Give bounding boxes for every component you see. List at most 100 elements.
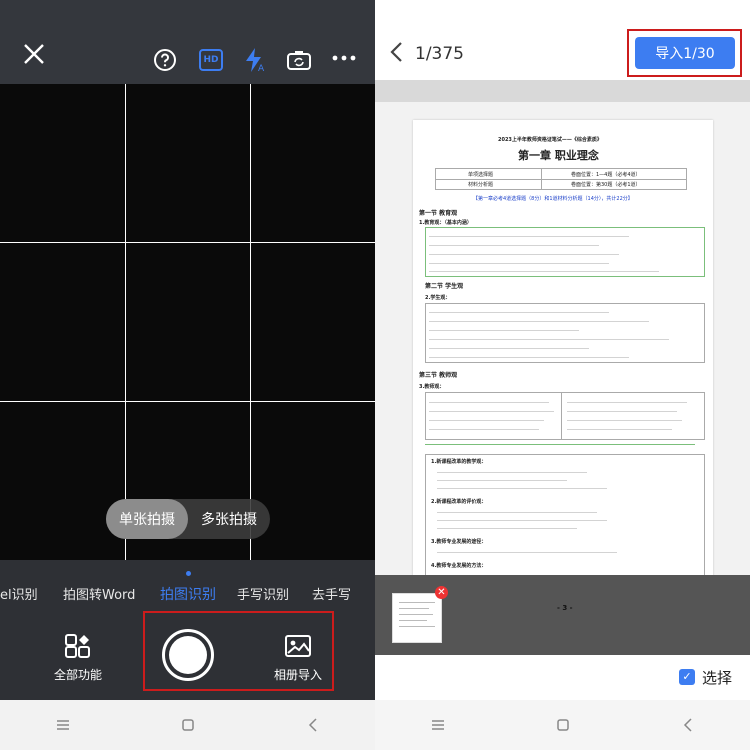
mode-excel-recognition[interactable]: el识别: [0, 584, 38, 603]
text-line: [437, 520, 607, 521]
item-heading: 2.学生观：: [425, 295, 451, 301]
mode-photo-recognition[interactable]: 拍图识别: [160, 584, 216, 604]
menu-icon[interactable]: [13, 719, 113, 731]
camera-flip-icon[interactable]: [286, 46, 312, 74]
camera-viewfinder[interactable]: [0, 84, 375, 560]
text-line: [567, 411, 677, 412]
document-import-screen: 1/375 导入1/30 2023上半年教师资格证笔试——《综合素质》 第一章 …: [375, 0, 750, 750]
text-line: [429, 402, 549, 403]
table-cell: 卷面位置：1—4题（必考4道）: [571, 172, 641, 178]
grid-line-h1: [0, 242, 375, 243]
shutter-button[interactable]: [162, 629, 214, 681]
home-icon[interactable]: [513, 719, 613, 731]
thumbnail-line: [399, 626, 435, 627]
menu-icon[interactable]: [388, 719, 488, 731]
shutter-button-inner: [169, 636, 207, 674]
text-line: [437, 472, 587, 473]
text-line: [429, 330, 579, 331]
more-icon[interactable]: [330, 44, 358, 72]
item-heading: 1.新课程改革的教学观：: [431, 459, 487, 465]
text-line: [429, 420, 544, 421]
thumbnail-line: [399, 602, 435, 603]
shot-mode-toggle: 单张拍摄 多张拍摄: [106, 499, 270, 539]
home-icon[interactable]: [138, 719, 238, 731]
section-heading: 第二节 学生观: [425, 283, 464, 290]
chapter-title: 第一章 职业理念: [518, 149, 599, 162]
remove-thumbnail-icon[interactable]: ✕: [435, 586, 448, 599]
chapter-summary: 【第一章必考4道选择题（8分）和1道材料分析题（14分），共计22分】: [473, 196, 633, 202]
text-line: [567, 402, 687, 403]
hd-icon[interactable]: HD: [198, 46, 224, 74]
select-checkbox[interactable]: ✓: [679, 669, 695, 685]
back-chevron-icon[interactable]: [389, 40, 403, 70]
back-icon[interactable]: [263, 718, 363, 732]
mode-remove-handwriting[interactable]: 去手写: [312, 584, 351, 603]
system-nav-bar: [0, 700, 375, 750]
text-line: [567, 429, 672, 430]
text-line: [429, 339, 669, 340]
thumbnail-line: [399, 620, 427, 621]
position-table: 单项选择题 卷面位置：1—4题（必考4道） 材料分析题 卷面位置：第30题（必考…: [435, 168, 687, 190]
item-heading: 1.教育观：（基本内涵）: [419, 220, 472, 226]
help-icon[interactable]: [152, 46, 178, 74]
all-functions-button[interactable]: 全部功能: [48, 633, 108, 683]
text-line: [429, 236, 629, 237]
table-cell: 单项选择题: [468, 172, 494, 178]
text-line: [437, 552, 617, 553]
grid-line-h2: [0, 401, 375, 402]
item-heading: 3.教师专业发展的途径：: [431, 539, 487, 545]
album-import-button[interactable]: 相册导入: [268, 633, 328, 683]
text-line: [429, 348, 589, 349]
text-block: [425, 227, 705, 277]
mode-handwriting-recognition[interactable]: 手写识别: [237, 584, 289, 603]
text-line: [437, 480, 567, 481]
import-button[interactable]: 导入1/30: [635, 37, 735, 69]
text-line: [429, 254, 619, 255]
item-heading: 3.教师观：: [419, 384, 445, 390]
thumbnail-line: [399, 614, 433, 615]
all-functions-icon: [65, 634, 90, 658]
table-col-divider: [541, 169, 542, 189]
multi-shot-button[interactable]: 多张拍摄: [188, 499, 270, 539]
table-cell: 卷面位置：第30题（必考1道）: [571, 182, 641, 188]
camera-top-bar: [0, 0, 375, 84]
select-label[interactable]: 选择: [702, 667, 732, 688]
back-icon[interactable]: [638, 718, 738, 732]
single-shot-button[interactable]: 单张拍摄: [106, 499, 188, 539]
section-heading: 第三节 教师观: [419, 372, 458, 379]
text-line: [429, 245, 599, 246]
text-line: [429, 321, 649, 322]
close-icon[interactable]: [18, 40, 50, 68]
document-page[interactable]: 2023上半年教师资格证笔试——《综合素质》 第一章 职业理念 单项选择题 卷面…: [413, 120, 713, 620]
item-heading: 4.教师专业发展的方法：: [431, 563, 487, 569]
table-row-divider: [436, 179, 686, 180]
gallery-icon: [285, 635, 311, 657]
page-number: - 3 -: [557, 604, 573, 612]
grid-line-v1: [125, 84, 126, 560]
page-thumbnail[interactable]: [392, 593, 442, 643]
text-line: [437, 512, 597, 513]
thumbnail-line: [399, 608, 429, 609]
document-preview-strip: [375, 80, 750, 102]
mode-photo-to-word[interactable]: 拍图转Word: [63, 584, 135, 603]
all-functions-label: 全部功能: [53, 668, 102, 682]
text-line: [429, 271, 659, 272]
table-cell: 材料分析题: [468, 182, 494, 188]
text-line: [429, 312, 609, 313]
text-block-divider: [561, 392, 562, 440]
text-line: [437, 488, 607, 489]
system-nav-bar: [375, 700, 750, 750]
text-line: [429, 357, 629, 358]
text-line: [437, 528, 577, 529]
flash-auto-icon[interactable]: A: [242, 46, 268, 74]
text-line: [567, 420, 682, 421]
svg-text:A: A: [258, 64, 265, 73]
text-line: [425, 444, 695, 445]
hd-label: HD: [203, 55, 219, 65]
item-heading: 2.新课程改革的评价观：: [431, 499, 487, 505]
text-line: [429, 411, 554, 412]
section-heading: 第一节 教育观: [419, 210, 458, 217]
album-import-label: 相册导入: [273, 668, 322, 682]
page-counter: 1/375: [415, 44, 464, 64]
camera-screen: HD A 单张拍摄 多张拍摄 el识别 拍图转Word 拍图识别 手写识别 去手…: [0, 0, 375, 750]
